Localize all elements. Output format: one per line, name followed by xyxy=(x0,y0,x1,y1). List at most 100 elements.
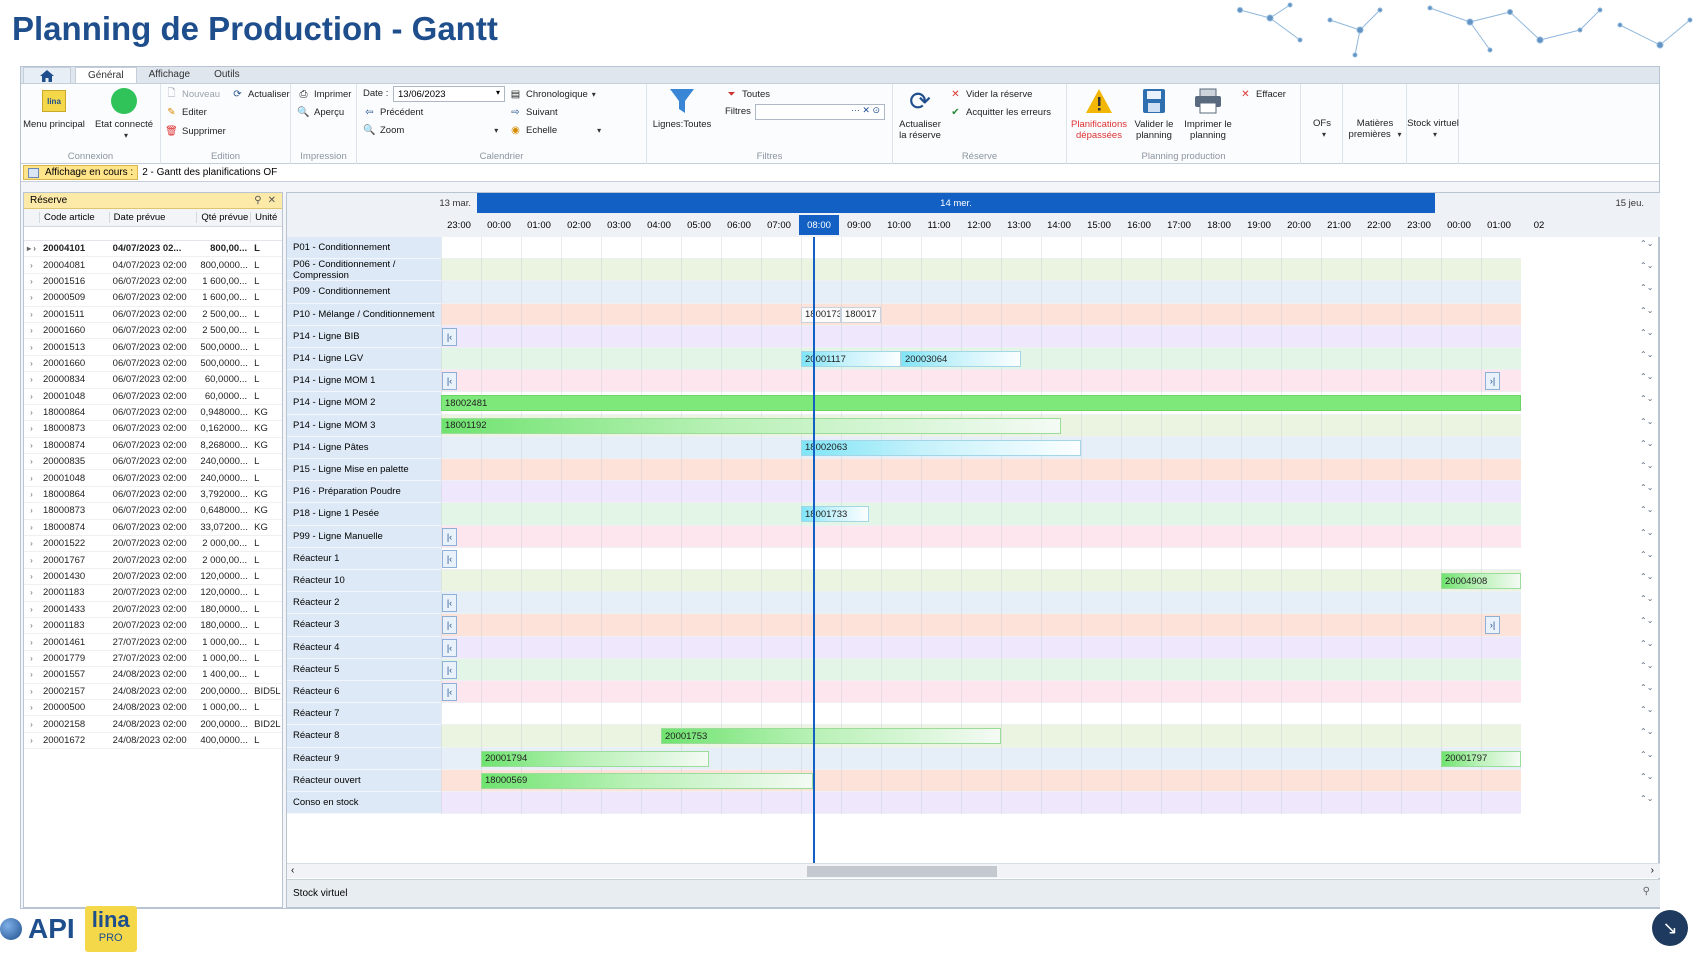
gantt-task-bar[interactable]: 20004908 xyxy=(1441,573,1521,589)
gantt-row-area[interactable] xyxy=(441,636,1521,659)
gantt-row-area[interactable] xyxy=(441,525,1521,548)
gantt-task-bar[interactable]: 18000569 xyxy=(481,772,813,789)
table-row[interactable]: › 20000500 24/08/2023 02:00 1 000,00... L xyxy=(24,700,282,717)
row-scroll-icon[interactable]: ⌃⌄ xyxy=(1640,794,1653,803)
column-header-code[interactable]: Code article xyxy=(38,212,109,223)
table-row[interactable]: › 20001183 20/07/2023 02:00 180,0000... L xyxy=(24,618,282,635)
gantt-task-bar[interactable]: 20001117 xyxy=(801,351,901,367)
column-header-qty[interactable]: Qté prévue xyxy=(196,212,250,223)
scroll-to-end-icon[interactable]: ›| xyxy=(1485,372,1500,391)
home-tab[interactable] xyxy=(23,67,71,83)
tab-general[interactable]: Général xyxy=(75,67,137,83)
expand-icon[interactable]: › xyxy=(24,408,39,417)
scroll-to-end-icon[interactable]: ›| xyxy=(1485,616,1500,635)
expand-icon[interactable]: › xyxy=(24,310,39,319)
table-row[interactable]: › 20001513 06/07/2023 02:00 500,0000... L xyxy=(24,339,282,356)
row-scroll-icon[interactable]: ⌃⌄ xyxy=(1640,306,1653,315)
view-value[interactable]: 2 - Gantt des planifications OF xyxy=(142,167,277,178)
row-scroll-icon[interactable]: ⌃⌄ xyxy=(1640,439,1653,448)
supprimer-button[interactable]: 🗑 Supprimer xyxy=(165,125,226,138)
horizontal-scrollbar[interactable]: ‹ › xyxy=(287,863,1660,878)
gantt-row-area[interactable] xyxy=(441,281,1521,304)
row-scroll-icon[interactable]: ⌃⌄ xyxy=(1640,750,1653,759)
gantt-task-bar[interactable]: 20001797 xyxy=(1441,750,1521,767)
row-scroll-icon[interactable]: ⌃⌄ xyxy=(1640,505,1653,514)
table-row[interactable]: › 20000834 06/07/2023 02:00 60,0000... L xyxy=(24,372,282,389)
valider-planning-button[interactable]: Valider le planning xyxy=(1131,86,1177,141)
acquitter-erreurs-button[interactable]: ✔ Acquitter les erreurs xyxy=(949,106,1051,119)
expand-icon[interactable]: › xyxy=(24,424,39,433)
expand-icon[interactable]: › xyxy=(24,736,39,745)
expand-icon[interactable]: › xyxy=(24,572,39,581)
scroll-thumb[interactable] xyxy=(807,866,997,877)
filtres-input[interactable]: ··· ✕ ⊙ xyxy=(755,104,885,120)
gantt-row-area[interactable] xyxy=(441,681,1521,704)
table-row[interactable]: › 20002157 24/08/2023 02:00 200,0000... BID5… xyxy=(24,684,282,700)
zoom-button[interactable]: 🔍 Zoom ▾ xyxy=(363,124,498,137)
gantt-task-bar[interactable]: 180017 xyxy=(841,306,881,323)
expand-icon[interactable]: › xyxy=(24,720,39,729)
row-scroll-icon[interactable]: ⌃⌄ xyxy=(1640,772,1653,781)
column-header-date[interactable]: Date prévue xyxy=(108,212,197,223)
gantt-row-area[interactable] xyxy=(441,325,1521,348)
gantt-row-area[interactable] xyxy=(441,792,1521,815)
actualiser-reserve-button[interactable]: ⟳ Actualiser la réserve xyxy=(895,86,945,142)
row-scroll-icon[interactable]: ⌃⌄ xyxy=(1640,683,1653,692)
table-row[interactable]: › 20004081 04/07/2023 02:00 800,0000... L xyxy=(24,257,282,274)
table-row[interactable]: › 20001557 24/08/2023 02:00 1 400,00... L xyxy=(24,667,282,684)
row-scroll-icon[interactable]: ⌃⌄ xyxy=(1640,616,1653,625)
precedent-button[interactable]: ⇦ Précédent xyxy=(363,106,423,119)
gantt-row-area[interactable] xyxy=(441,370,1521,393)
scroll-left-icon[interactable]: ‹ xyxy=(291,865,294,876)
row-scroll-icon[interactable]: ⌃⌄ xyxy=(1640,483,1653,492)
gantt-task-bar[interactable]: 20001753 xyxy=(661,728,1001,745)
expand-icon[interactable]: › xyxy=(24,670,39,679)
column-header-unit[interactable]: Unité xyxy=(250,212,282,223)
scroll-to-start-icon[interactable]: |‹ xyxy=(442,660,457,679)
table-row[interactable]: › 20001511 06/07/2023 02:00 2 500,00... L xyxy=(24,307,282,323)
editer-button[interactable]: ✎ Editer xyxy=(165,106,207,119)
expand-icon[interactable]: › xyxy=(24,523,39,532)
gantt-row-area[interactable] xyxy=(441,703,1521,726)
table-row[interactable]: › 20002158 24/08/2023 02:00 200,0000... BID2… xyxy=(24,716,282,733)
date-field[interactable]: 13/06/2023 ▾ xyxy=(393,86,505,102)
auto-filter-row[interactable] xyxy=(24,227,282,241)
row-scroll-icon[interactable]: ⌃⌄ xyxy=(1640,550,1653,559)
scroll-to-start-icon[interactable]: |‹ xyxy=(442,527,457,546)
scroll-to-start-icon[interactable]: |‹ xyxy=(442,638,457,657)
tab-outils[interactable]: Outils xyxy=(202,67,252,83)
row-scroll-icon[interactable]: ⌃⌄ xyxy=(1640,394,1653,403)
gantt-task-bar[interactable]: 18002063 xyxy=(801,439,1081,456)
expand-icon[interactable]: › xyxy=(24,490,39,499)
table-row[interactable]: › 20001672 24/08/2023 02:00 400,0000... L xyxy=(24,733,282,750)
chronologique-button[interactable]: ▤ Chronologique ▾ xyxy=(509,88,596,101)
expand-icon[interactable]: › xyxy=(24,638,39,647)
pin-icon[interactable]: ⚲ xyxy=(254,195,261,206)
apercu-button[interactable]: 🔍 Aperçu xyxy=(297,106,344,119)
gantt-row-area[interactable] xyxy=(441,481,1521,504)
lignes-filter-button[interactable]: Lignes:Toutes xyxy=(651,86,713,130)
row-scroll-icon[interactable]: ⌃⌄ xyxy=(1640,572,1653,581)
scroll-to-start-icon[interactable]: |‹ xyxy=(442,549,457,568)
actualiser-button[interactable]: ⟳ Actualiser xyxy=(231,88,289,101)
row-scroll-icon[interactable]: ⌃⌄ xyxy=(1640,417,1653,426)
table-row[interactable]: › 20001779 27/07/2023 02:00 1 000,00... L xyxy=(24,651,282,668)
row-scroll-icon[interactable]: ⌃⌄ xyxy=(1640,639,1653,648)
gantt-task-bar[interactable]: 20003064 xyxy=(901,351,1021,367)
effacer-button[interactable]: ✕ Effacer xyxy=(1239,88,1286,101)
expand-icon[interactable]: › xyxy=(24,654,39,663)
row-scroll-icon[interactable]: ⌃⌄ xyxy=(1640,661,1653,670)
imprimer-planning-button[interactable]: Imprimer le planning xyxy=(1179,86,1237,141)
matieres-premieres-button[interactable]: Matières premières ▾ xyxy=(1343,118,1407,140)
table-row[interactable]: › 20001048 06/07/2023 02:00 240,0000... L xyxy=(24,470,282,487)
expand-icon[interactable]: › xyxy=(24,343,39,352)
expand-icon[interactable]: › xyxy=(24,556,39,565)
suivant-button[interactable]: ⇨ Suivant xyxy=(509,106,557,119)
expand-icon[interactable]: › xyxy=(24,293,39,302)
table-row[interactable]: › 20001767 20/07/2023 02:00 2 000,00... L xyxy=(24,552,282,569)
expand-icon[interactable]: › xyxy=(24,687,39,696)
echelle-button[interactable]: ◉ Echelle ▾ xyxy=(509,124,601,137)
table-row[interactable]: › 20001660 06/07/2023 02:00 500,0000... L xyxy=(24,356,282,373)
table-row[interactable]: › 20001430 20/07/2023 02:00 120,0000... L xyxy=(24,569,282,586)
table-row[interactable]: ▸ › 20004101 04/07/2023 02... 800,00... L xyxy=(24,241,282,258)
